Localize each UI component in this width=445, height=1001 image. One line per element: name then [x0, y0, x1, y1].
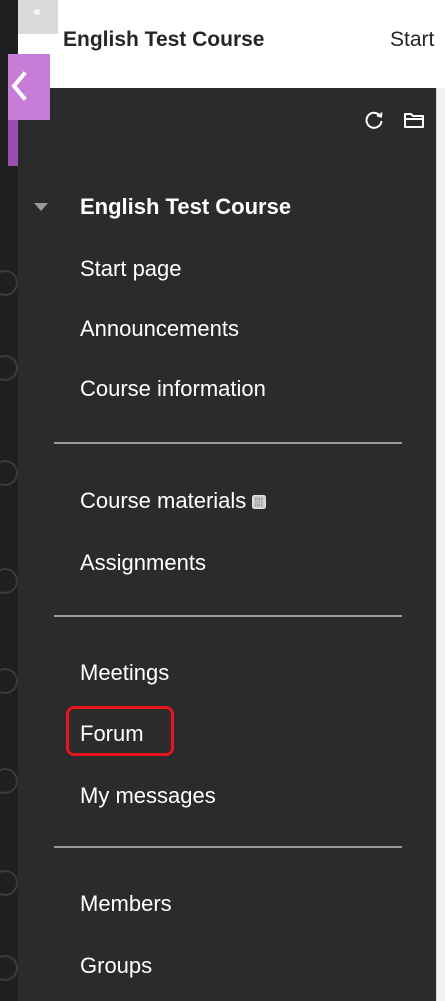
menu-item-label: Course materials — [80, 488, 247, 513]
course-tree-label: English Test Course — [80, 194, 292, 219]
menu-item-my-messages[interactable]: My messages — [80, 783, 216, 809]
menu-item-start-page[interactable]: Start page — [80, 256, 182, 282]
header-course-title[interactable]: English Test Course — [63, 28, 264, 52]
menu-item-meetings[interactable]: Meetings — [80, 660, 169, 686]
menu-item-course-information[interactable]: Course information — [80, 376, 266, 402]
folder-icon[interactable] — [402, 108, 426, 132]
link-icon: ⚭ — [31, 4, 43, 20]
header-tab-start[interactable]: Start — [390, 28, 434, 52]
background-icon — [0, 870, 18, 896]
menu-item-groups[interactable]: Groups — [80, 953, 152, 979]
background-icon — [0, 568, 18, 594]
background-icon — [0, 668, 18, 694]
refresh-icon[interactable] — [362, 108, 386, 132]
background-icon — [0, 768, 18, 794]
background-icon — [0, 355, 18, 381]
close-icon — [8, 70, 30, 102]
menu-divider — [54, 442, 402, 444]
background-icon — [0, 955, 18, 981]
close-menu-button[interactable] — [8, 54, 50, 120]
menu-item-members[interactable]: Members — [80, 891, 172, 917]
content-edge — [436, 88, 445, 1001]
hidden-item-icon — [252, 495, 267, 509]
menu-item-assignments[interactable]: Assignments — [80, 550, 206, 576]
caret-down-icon — [34, 203, 48, 211]
course-tree-toggle[interactable]: English Test Course — [34, 194, 291, 220]
close-tab-shadow — [8, 120, 18, 166]
course-thumbnail: ⚭ — [18, 0, 58, 34]
menu-item-course-materials[interactable]: Course materials — [80, 488, 267, 514]
menu-divider — [54, 615, 402, 617]
screen: ⚭ English Test Course Start English Test… — [0, 0, 445, 1001]
menu-divider — [54, 846, 402, 848]
background-icon — [0, 460, 18, 486]
panel-toolbar — [362, 108, 426, 132]
background-icon — [0, 270, 18, 296]
course-header: ⚭ English Test Course Start — [18, 0, 445, 89]
menu-item-announcements[interactable]: Announcements — [80, 316, 239, 342]
course-menu-panel: English Test Course Start page Announcem… — [18, 88, 436, 1001]
menu-item-forum[interactable]: Forum — [80, 721, 144, 747]
